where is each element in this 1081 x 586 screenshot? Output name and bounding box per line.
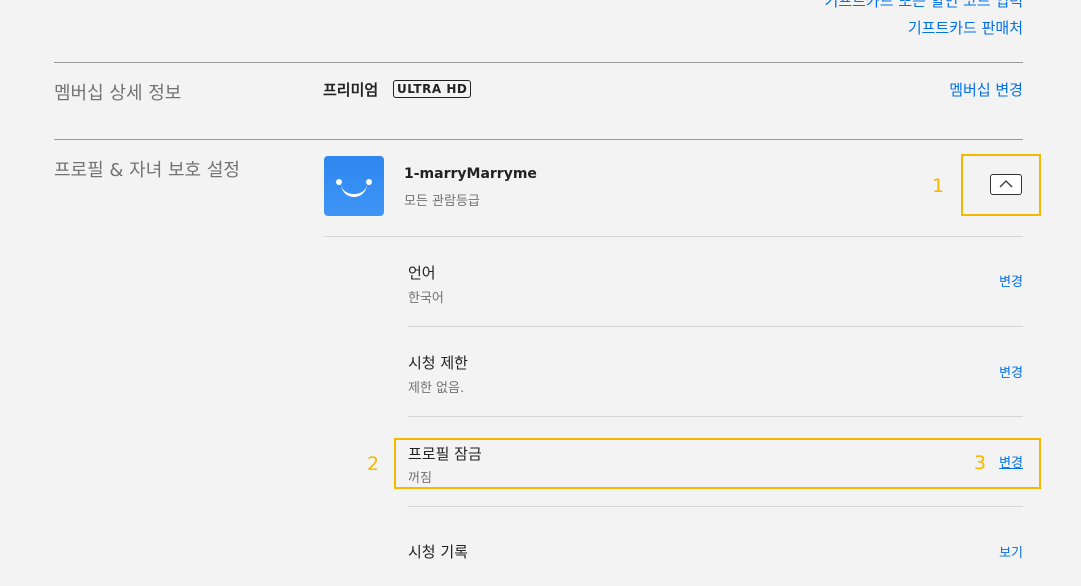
profile-name: 1-marryMarryme — [404, 166, 537, 182]
setting-language-label: 언어 — [408, 264, 436, 282]
membership-section-title: 멤버십 상세 정보 — [54, 83, 182, 104]
divider — [54, 62, 1023, 63]
divider — [54, 139, 1023, 140]
profile-section-title: 프로필 & 자녀 보호 설정 — [54, 160, 240, 181]
setting-viewing-history-label: 시청 기록 — [408, 543, 468, 561]
plan-name: 프리미엄 — [323, 81, 379, 99]
annotation-number-1: 1 — [932, 175, 945, 197]
change-viewing-restriction-link[interactable]: 변경 — [999, 362, 1023, 381]
gift-card-code-link[interactable]: 기프트카드 또는 할인 코드 입력 — [825, 0, 1023, 11]
annotation-number-3: 3 — [974, 452, 987, 474]
view-viewing-history-link[interactable]: 보기 — [999, 542, 1023, 561]
gift-card-purchase-link[interactable]: 기프트카드 판매처 — [908, 17, 1023, 38]
divider — [408, 506, 1023, 507]
setting-viewing-restriction-label: 시청 제한 — [408, 354, 468, 372]
divider — [408, 326, 1023, 327]
profile-avatar — [324, 156, 384, 216]
divider — [324, 236, 1023, 237]
setting-viewing-restriction-value: 제한 없음. — [408, 381, 465, 396]
annotation-number-2: 2 — [367, 453, 380, 475]
ultra-hd-badge: ULTRA HD — [393, 80, 472, 98]
setting-language-value: 한국어 — [408, 291, 444, 306]
annotation-box-1 — [961, 154, 1041, 216]
divider — [408, 416, 1023, 417]
annotation-box-2 — [394, 438, 1041, 489]
avatar-smile-icon — [341, 182, 367, 197]
badge-hd-text: HD — [446, 82, 468, 96]
badge-ultra-text: ULTRA — [397, 82, 442, 96]
profile-rating: 모든 관람등급 — [404, 194, 480, 209]
change-membership-link[interactable]: 멤버십 변경 — [949, 79, 1023, 100]
change-language-link[interactable]: 변경 — [999, 271, 1023, 290]
